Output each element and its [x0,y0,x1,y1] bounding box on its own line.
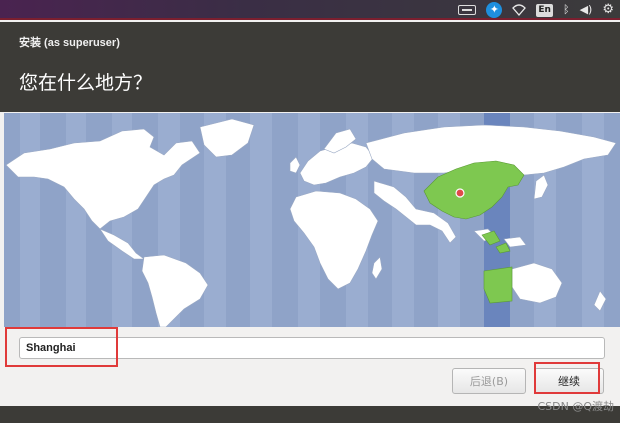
dialog-footer [0,406,620,423]
page-title: 您在什么地方？ [19,72,153,94]
continue-button[interactable]: 继续 [534,368,604,394]
indicator-area: ✦ En ᛒ ◀) ⚙ [458,2,614,18]
settings-gear-icon[interactable]: ⚙ [602,2,614,18]
bluetooth-icon[interactable]: ᛒ [563,2,570,18]
timezone-input[interactable] [19,337,605,359]
city-marker-pin[interactable] [455,188,465,198]
top-panel: ✦ En ᛒ ◀) ⚙ [0,0,620,20]
dialog-header: 安装 (as superuser) 您在什么地方？ [0,22,620,112]
volume-icon[interactable]: ◀) [580,2,593,18]
wifi-icon[interactable] [512,4,527,16]
timezone-map[interactable] [4,113,620,327]
window-title: 安装 (as superuser) [19,37,120,49]
watermark-text: CSDN @Q渡劫 [537,400,614,413]
keyboard-icon[interactable] [458,5,477,15]
accessibility-icon[interactable]: ✦ [486,2,503,18]
input-language-indicator[interactable]: En [536,3,553,17]
back-button[interactable]: 后退(B) [452,368,526,394]
